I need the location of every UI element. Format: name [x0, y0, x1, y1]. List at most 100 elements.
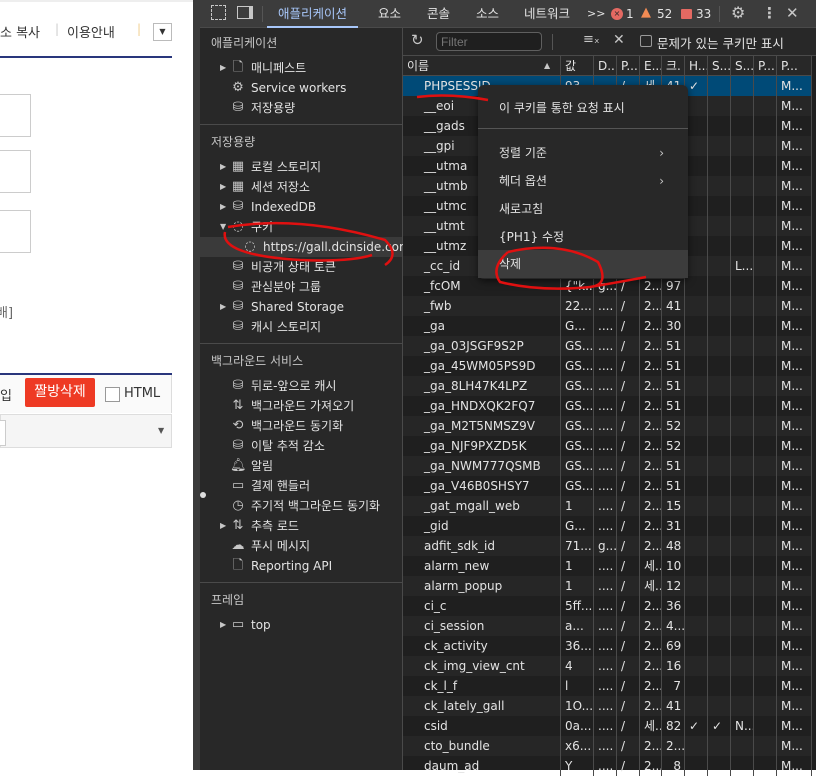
cookie-row[interactable]: ck_lately_gall 1O......./2... 41 M... — [403, 696, 812, 716]
cookie-row[interactable]: _ga_NWM777QSMB GS......./2... 51 M... — [403, 456, 812, 476]
cookie-row[interactable]: _ga_M2T5NMSZ9V GS......./2... 52 M... — [403, 416, 812, 436]
issues-count[interactable]: 33 — [696, 7, 711, 21]
resize-handle[interactable] — [200, 492, 206, 498]
column-header[interactable]: S... — [708, 56, 731, 76]
column-header[interactable]: P... — [754, 56, 777, 76]
expand-arrow-icon[interactable]: ▶ — [220, 516, 226, 536]
column-header[interactable]: H... — [685, 56, 708, 76]
expand-arrow-icon[interactable]: ▶ — [220, 58, 226, 78]
delete-selected-icon[interactable]: ✕ — [613, 32, 625, 48]
tab-application[interactable]: 애플리케이션 — [267, 0, 359, 28]
cookie-row[interactable]: _ga_NJF9PXZD5K GS......./2... 52 M... — [403, 436, 812, 456]
sidebar-item[interactable]: ⛁ 이탈 추적 감소 — [200, 436, 402, 456]
delete-images-button[interactable]: 짤방삭제 — [25, 378, 95, 407]
context-menu-item[interactable]: 삭제 — [478, 250, 688, 278]
cookie-row[interactable]: _ga G......./2... 30 M... — [403, 316, 812, 336]
cookie-row[interactable]: ck_l_f l..../2... 7 M... — [403, 676, 812, 696]
error-count[interactable]: 1 — [626, 7, 634, 21]
warning-icon[interactable]: ▲ — [641, 5, 651, 20]
sidebar-item[interactable]: ▼ ◌ 쿠키 — [200, 217, 402, 237]
tab-network[interactable]: 네트워크 — [524, 0, 570, 28]
input-box[interactable] — [0, 94, 31, 137]
sidebar-item[interactable]: ⛁ 저장용량 — [200, 98, 402, 118]
sidebar-item[interactable]: ▶ ▭ top — [200, 615, 402, 635]
expand-arrow-icon[interactable]: ▶ — [220, 157, 226, 177]
more-tabs-button[interactable]: >> — [587, 0, 605, 28]
sidebar-item[interactable]: ⇅ 백그라운드 가져오기 — [200, 396, 402, 416]
cookie-row[interactable]: _ga_V46B0SHSY7 GS......./2... 51 M... — [403, 476, 812, 496]
tab-console[interactable]: 콘솔 — [427, 0, 450, 28]
only-issues-checkbox[interactable] — [640, 35, 652, 47]
sidebar-item[interactable]: ▶ ⛁ IndexedDB — [200, 197, 402, 217]
cookie-row[interactable]: ck_activity 36......./2... 69 M... — [403, 636, 812, 656]
dropdown-button[interactable]: ▼ — [153, 23, 172, 41]
cookie-row[interactable]: cto_bundle x6......./2... 2... M... — [403, 736, 812, 756]
cookie-row[interactable]: _ga_03JSGF9S2P GS......./2... 51 M... — [403, 336, 812, 356]
context-menu-item[interactable]: 새로고침 — [478, 195, 688, 223]
sidebar-item[interactable]: ◷ 주기적 백그라운드 동기화 — [200, 496, 402, 516]
sidebar-item[interactable]: ▶ ⛁ Shared Storage — [200, 297, 402, 317]
filter-input[interactable] — [436, 32, 542, 51]
column-header[interactable]: P... — [777, 56, 812, 76]
copy-address-link[interactable]: 소 복사 — [0, 22, 40, 41]
cookie-row[interactable]: ci_c 5ff......./2... 36 M... — [403, 596, 812, 616]
column-header[interactable]: S... — [731, 56, 754, 76]
input-box[interactable] — [0, 150, 31, 193]
sidebar-item[interactable]: 🗋 Reporting API — [200, 556, 402, 576]
expand-arrow-icon[interactable]: ▶ — [220, 615, 226, 635]
warning-count[interactable]: 52 — [657, 7, 672, 21]
sidebar-item[interactable]: ⛁ 뒤로-앞으로 캐시 — [200, 376, 402, 396]
settings-gear-icon[interactable]: ⚙ — [731, 3, 745, 22]
sidebar-item[interactable]: ⛁ 관심분야 그룹 — [200, 277, 402, 297]
cookie-row[interactable]: _fwb 22......./2... 41 M... — [403, 296, 812, 316]
sidebar-item[interactable]: ▶ ⇅ 추측 로드 — [200, 516, 402, 536]
expand-arrow-icon[interactable]: ▶ — [220, 297, 226, 317]
column-header[interactable]: 크. — [662, 56, 685, 76]
more-options-icon[interactable]: ⋮ — [762, 4, 777, 22]
sidebar-item[interactable]: ⛁ 비공개 상태 토큰 — [200, 257, 402, 277]
context-menu-item[interactable]: 이 쿠키를 통한 요청 표시 — [478, 94, 688, 122]
column-header[interactable]: P... — [617, 56, 640, 76]
sidebar-item[interactable]: ▶ ▦ 세션 저장소 — [200, 177, 402, 197]
splitter[interactable] — [193, 0, 200, 770]
cookie-row[interactable]: daum_ad Y..../2... 8 M... — [403, 756, 812, 776]
cookie-row[interactable]: _gid G......./2... 31 M... — [403, 516, 812, 536]
sidebar-item[interactable]: ⚙ Service workers — [200, 78, 402, 98]
cookie-row[interactable]: _ga_8LH47K4LPZ GS......./2... 51 M... — [403, 376, 812, 396]
cookie-row[interactable]: _gat_mgall_web 1..../2... 15 M... — [403, 496, 812, 516]
column-header[interactable]: E... — [640, 56, 662, 76]
usage-guide-link[interactable]: 이용안내 — [67, 22, 115, 41]
sidebar-item[interactable]: ▭ 결제 핸들러 — [200, 476, 402, 496]
editor-box[interactable] — [0, 420, 6, 446]
sidebar-item[interactable]: ⟲ 백그라운드 동기화 — [200, 416, 402, 436]
cookie-row[interactable]: ci_session a......./2... 4... M... — [403, 616, 812, 636]
device-toolbar-icon[interactable] — [237, 6, 253, 19]
cookie-row[interactable]: _ga_HNDXQK2FQ7 GS......./2... 51 M... — [403, 396, 812, 416]
context-menu-item[interactable]: 정렬 기준 › — [478, 139, 688, 167]
sidebar-item[interactable]: ⛁ 캐시 스토리지 — [200, 317, 402, 337]
context-menu-item[interactable]: 헤더 옵션 › — [478, 167, 688, 195]
sidebar-item[interactable]: 🔔︎ 알림 — [200, 456, 402, 476]
cookie-row[interactable]: alarm_popup1..../세...12 M... — [403, 576, 812, 596]
column-header[interactable]: 값 — [561, 56, 594, 76]
cookie-row[interactable]: csid0a......./세...82✓✓N...M... — [403, 716, 812, 736]
sidebar-item[interactable]: ▶ 🗋 매니페스트 — [200, 58, 402, 78]
expand-arrow-icon[interactable]: ▶ — [220, 177, 226, 197]
html-checkbox[interactable] — [105, 387, 120, 402]
close-devtools-icon[interactable]: ✕ — [786, 4, 799, 22]
sidebar-item[interactable]: ☁ 푸시 메시지 — [200, 536, 402, 556]
inspect-element-icon[interactable] — [211, 5, 226, 20]
input-box[interactable] — [0, 210, 31, 253]
sidebar-item[interactable]: ▶ ▦ 로컬 스토리지 — [200, 157, 402, 177]
cookie-row[interactable]: ck_img_view_cnt 4..../2... 16 M... — [403, 656, 812, 676]
error-icon[interactable]: × — [611, 8, 623, 20]
cookie-row[interactable]: _fcOM {"k... g.../2... 97 M... — [403, 276, 812, 296]
tab-elements[interactable]: 요소 — [378, 0, 401, 28]
column-header[interactable]: 이름 — [403, 56, 561, 76]
context-menu-item[interactable]: {PH1} 수정 — [478, 223, 688, 251]
expanded-arrow-icon[interactable]: ▼ — [220, 217, 226, 237]
cookie-row[interactable]: adfit_sdk_id 71... g.../2... 48 M... — [403, 536, 812, 556]
issues-icon[interactable] — [681, 9, 692, 19]
expand-arrow-icon[interactable]: ▶ — [220, 197, 226, 217]
tab-sources[interactable]: 소스 — [476, 0, 499, 28]
